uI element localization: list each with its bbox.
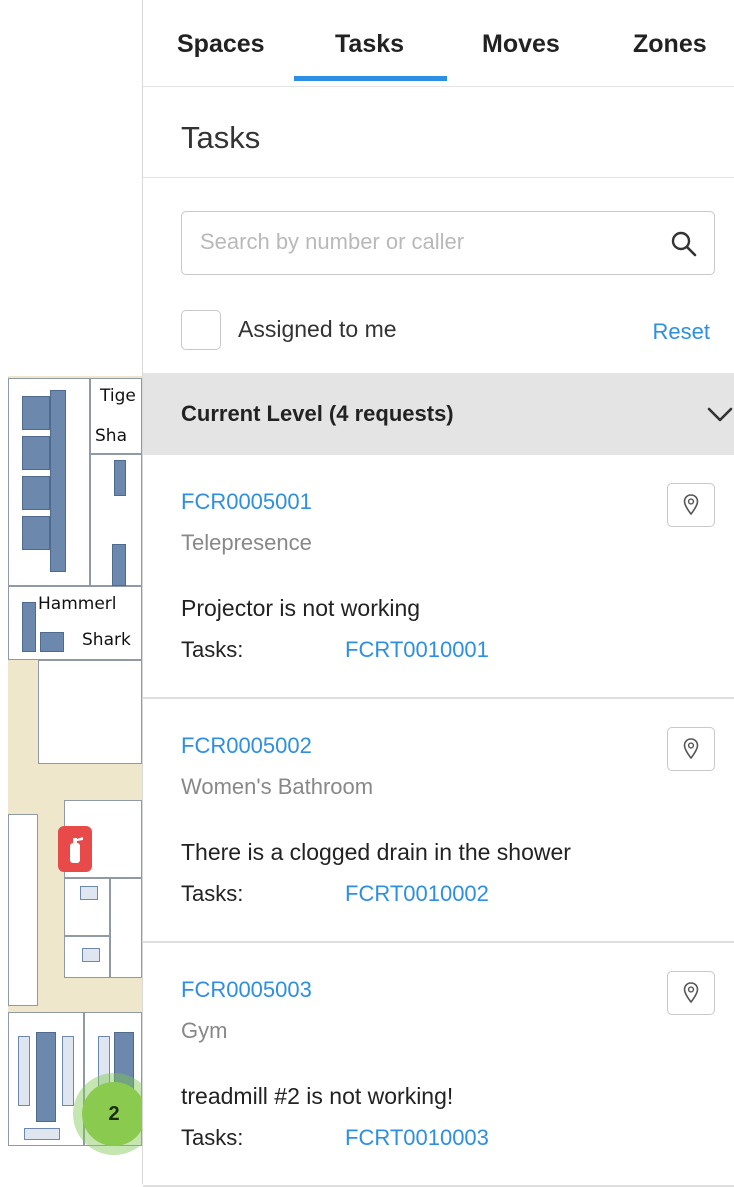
- request-location: Telepresence: [181, 530, 312, 555]
- map-pin-icon: [683, 982, 699, 1004]
- map-furniture: [40, 632, 64, 652]
- locate-on-map-button[interactable]: [667, 483, 715, 527]
- request-id-link[interactable]: FCR0005003: [181, 977, 312, 1003]
- map-pin-icon: [683, 494, 699, 516]
- divider: [143, 177, 734, 178]
- map-room[interactable]: [8, 814, 38, 1006]
- room-label: Hammerl: [38, 594, 117, 614]
- request-description: Projector is not working: [181, 595, 421, 621]
- map-pin-icon: [683, 738, 699, 760]
- request-description: There is a clogged drain in the shower: [181, 839, 571, 865]
- tasks-label: Tasks:: [181, 881, 244, 906]
- task-id-link[interactable]: FCRT0010003: [345, 1125, 489, 1151]
- map-furniture: [22, 476, 50, 510]
- map-furniture: [36, 1032, 56, 1122]
- request-location: Women's Bathroom: [181, 774, 374, 799]
- request-location: Gym: [181, 1018, 228, 1043]
- map-furniture: [112, 544, 126, 586]
- search-input[interactable]: [200, 212, 660, 272]
- tab-tasks[interactable]: Tasks: [335, 30, 404, 59]
- map-furniture: [24, 1128, 60, 1140]
- map-room[interactable]: [110, 878, 142, 978]
- map-furniture: [114, 460, 126, 496]
- search-icon[interactable]: [670, 230, 698, 263]
- tasks-panel: Spaces Tasks Moves Zones Tasks Assigned …: [142, 0, 734, 1187]
- map-furniture: [22, 436, 50, 470]
- tab-bar: Spaces Tasks Moves Zones: [143, 0, 734, 87]
- fire-extinguisher-icon[interactable]: [58, 826, 92, 872]
- map-furniture: [50, 390, 66, 572]
- locate-on-map-button[interactable]: [667, 727, 715, 771]
- tasks-label: Tasks:: [181, 1125, 244, 1150]
- room-label: Sha: [95, 426, 127, 446]
- floor-plan-map[interactable]: Tige Sha Hammerl Shark 2: [0, 0, 142, 1184]
- map-room[interactable]: [38, 660, 142, 764]
- cluster-count: 2: [82, 1082, 142, 1146]
- map-fixture: [82, 948, 100, 962]
- tab-spaces[interactable]: Spaces: [177, 30, 265, 59]
- map-fixture: [80, 886, 98, 900]
- page-title: Tasks: [181, 120, 261, 155]
- tab-zones[interactable]: Zones: [633, 30, 707, 59]
- room-label: Tige: [100, 386, 136, 406]
- request-description: treadmill #2 is not working!: [181, 1083, 454, 1109]
- chevron-down-icon[interactable]: [705, 405, 734, 430]
- map-furniture: [18, 1036, 30, 1106]
- assigned-to-me-label[interactable]: Assigned to me: [238, 316, 397, 343]
- map-furniture: [22, 602, 36, 652]
- group-header-current-level[interactable]: Current Level (4 requests): [143, 373, 734, 455]
- task-id-link[interactable]: FCRT0010002: [345, 881, 489, 907]
- request-card[interactable]: FCR0005001 Telepresence Projector is not…: [143, 455, 734, 699]
- request-id-link[interactable]: FCR0005002: [181, 733, 312, 759]
- map-furniture: [22, 396, 50, 430]
- assigned-to-me-checkbox[interactable]: [181, 310, 221, 350]
- active-tab-indicator: [294, 76, 447, 81]
- map-furniture: [22, 516, 50, 550]
- group-title: Current Level (4 requests): [181, 401, 454, 426]
- tasks-label: Tasks:: [181, 637, 244, 662]
- map-furniture: [62, 1036, 74, 1106]
- task-id-link[interactable]: FCRT0010001: [345, 637, 489, 663]
- locate-on-map-button[interactable]: [667, 971, 715, 1015]
- tab-moves[interactable]: Moves: [482, 30, 560, 59]
- request-card[interactable]: FCR0005003 Gym treadmill #2 is not worki…: [143, 943, 734, 1187]
- room-label: Shark: [82, 630, 131, 650]
- search-box[interactable]: [181, 211, 715, 275]
- request-id-link[interactable]: FCR0005001: [181, 489, 312, 515]
- reset-link[interactable]: Reset: [653, 319, 710, 345]
- request-card[interactable]: FCR0005002 Women's Bathroom There is a c…: [143, 699, 734, 943]
